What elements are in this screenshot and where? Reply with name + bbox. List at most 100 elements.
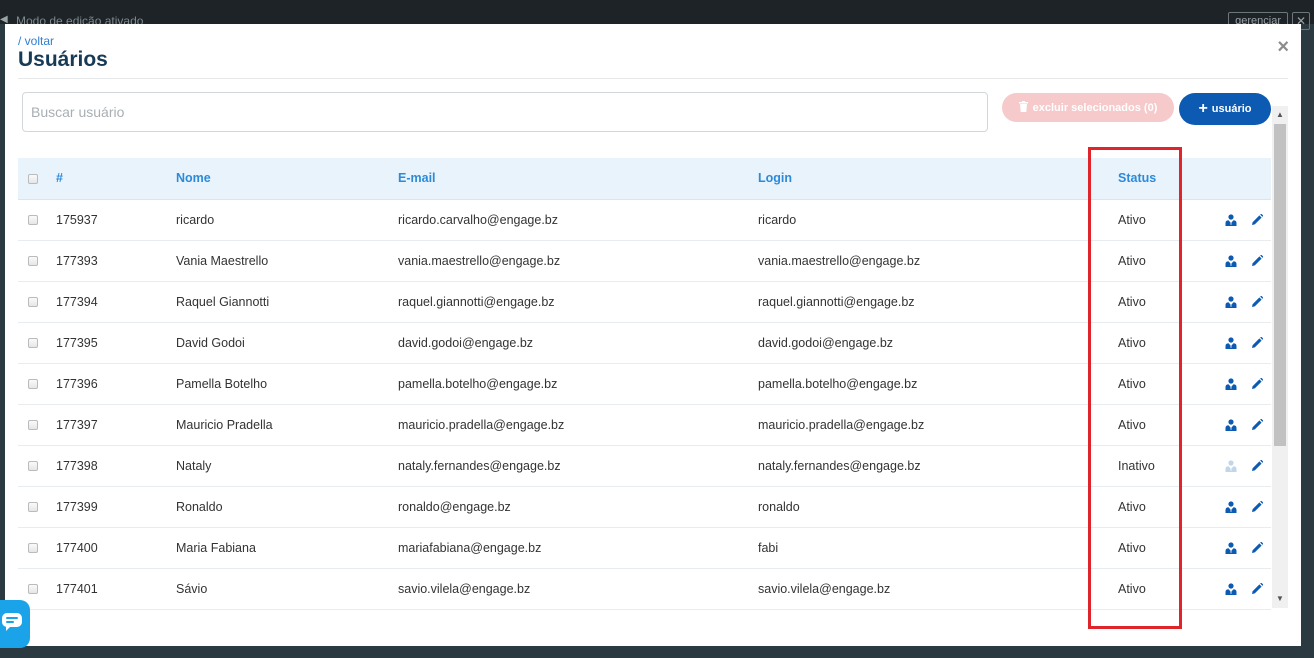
pencil-icon[interactable]	[1251, 295, 1263, 308]
row-actions-cell	[1225, 486, 1271, 528]
row-select-cell[interactable]	[18, 281, 56, 323]
table-row[interactable]: 175937 ricardo ricardo.carvalho@engage.bz r…	[18, 199, 1271, 241]
table-row[interactable]: 177397 Mauricio Pradella mauricio.pradella…	[18, 404, 1271, 446]
row-actions-cell	[1225, 240, 1271, 282]
row-select-cell[interactable]	[18, 199, 56, 241]
row-select-cell[interactable]	[18, 404, 56, 446]
close-icon[interactable]: ×	[1277, 37, 1289, 57]
cell-login: vania.maestrello@engage.bz	[758, 240, 1118, 282]
table-scrollbar[interactable]: ▲ ▼	[1272, 106, 1288, 608]
table-row[interactable]: 177394 Raquel Giannotti raquel.giannotti@e…	[18, 281, 1271, 323]
header-email[interactable]: E-mail	[398, 158, 758, 200]
header-actions	[1225, 158, 1271, 200]
table-row[interactable]: 177393 Vania Maestrello vania.maestrello@e…	[18, 240, 1271, 282]
row-checkbox[interactable]	[28, 543, 38, 554]
user-tie-icon[interactable]	[1225, 254, 1237, 267]
chat-widget-button[interactable]	[0, 600, 30, 648]
table-row[interactable]: 177398 Nataly nataly.fernandes@engage.bz na…	[18, 445, 1271, 487]
row-checkbox[interactable]	[28, 297, 38, 308]
header-divider	[18, 78, 1288, 79]
cell-name: Pamella Botelho	[176, 363, 398, 405]
delete-selected-button[interactable]: excluir selecionados (0)	[1002, 93, 1174, 122]
cell-login: ronaldo	[758, 486, 1118, 528]
delete-selected-label: excluir selecionados (0)	[1032, 101, 1158, 114]
pencil-icon[interactable]	[1251, 377, 1263, 390]
row-checkbox[interactable]	[28, 502, 38, 513]
user-tie-icon[interactable]	[1225, 213, 1237, 226]
cell-login: mauricio.pradella@engage.bz	[758, 404, 1118, 446]
table-row[interactable]: 177401 Sávio savio.vilela@engage.bz savio.v…	[18, 568, 1271, 610]
search-input[interactable]	[22, 92, 988, 132]
pencil-icon[interactable]	[1251, 500, 1263, 513]
cell-name: Ronaldo	[176, 486, 398, 528]
row-select-cell[interactable]	[18, 240, 56, 282]
cell-id: 175937	[56, 199, 176, 241]
row-actions-cell	[1225, 363, 1271, 405]
pencil-icon[interactable]	[1251, 582, 1263, 595]
cell-name: ricardo	[176, 199, 398, 241]
scroll-down-arrow-icon[interactable]: ▼	[1272, 592, 1288, 606]
cell-name: Sávio	[176, 568, 398, 610]
row-checkbox[interactable]	[28, 256, 38, 267]
user-tie-icon[interactable]	[1225, 377, 1237, 390]
user-tie-icon[interactable]	[1225, 582, 1237, 595]
row-checkbox[interactable]	[28, 379, 38, 390]
row-select-cell[interactable]	[18, 322, 56, 364]
header-id[interactable]: #	[56, 158, 176, 200]
user-tie-icon[interactable]	[1225, 418, 1237, 431]
cell-id: 177394	[56, 281, 176, 323]
pencil-icon[interactable]	[1251, 459, 1263, 472]
row-checkbox[interactable]	[28, 584, 38, 595]
user-tie-icon[interactable]	[1225, 500, 1237, 513]
cell-email: pamella.botelho@engage.bz	[398, 363, 758, 405]
pencil-icon[interactable]	[1251, 213, 1263, 226]
user-tie-icon[interactable]	[1225, 336, 1237, 349]
table-row[interactable]: 177400 Maria Fabiana mariafabiana@engage.b…	[18, 527, 1271, 569]
scroll-thumb[interactable]	[1274, 124, 1286, 446]
row-checkbox[interactable]	[28, 338, 38, 349]
cell-email: david.godoi@engage.bz	[398, 322, 758, 364]
scroll-up-arrow-icon[interactable]: ▲	[1272, 108, 1288, 122]
header-login[interactable]: Login	[758, 158, 1118, 200]
page-title: Usuários	[18, 48, 108, 71]
cell-id: 177401	[56, 568, 176, 610]
users-table: # Nome E-mail Login Status 175937 ricardo…	[18, 158, 1271, 610]
row-select-cell[interactable]	[18, 527, 56, 569]
add-user-button[interactable]: + usuário	[1179, 93, 1271, 125]
header-select-all[interactable]	[18, 158, 56, 200]
cell-login: savio.vilela@engage.bz	[758, 568, 1118, 610]
row-select-cell[interactable]	[18, 486, 56, 528]
table-row[interactable]: 177399 Ronaldo ronaldo@engage.bz ronaldo Ati…	[18, 486, 1271, 528]
chat-icon	[2, 612, 22, 636]
cell-login: nataly.fernandes@engage.bz	[758, 445, 1118, 487]
status-column-highlight	[1088, 147, 1182, 629]
row-checkbox[interactable]	[28, 420, 38, 431]
user-tie-icon[interactable]	[1225, 459, 1237, 472]
row-checkbox[interactable]	[28, 461, 38, 472]
table-row[interactable]: 177396 Pamella Botelho pamella.botelho@eng…	[18, 363, 1271, 405]
select-all-checkbox[interactable]	[28, 173, 38, 184]
row-checkbox[interactable]	[28, 215, 38, 226]
user-tie-icon[interactable]	[1225, 541, 1237, 554]
user-tie-icon[interactable]	[1225, 295, 1237, 308]
cell-name: Vania Maestrello	[176, 240, 398, 282]
row-actions-cell	[1225, 527, 1271, 569]
cell-login: pamella.botelho@engage.bz	[758, 363, 1118, 405]
table-row[interactable]: 177395 David Godoi david.godoi@engage.bz da…	[18, 322, 1271, 364]
header-name[interactable]: Nome	[176, 158, 398, 200]
pencil-icon[interactable]	[1251, 336, 1263, 349]
row-actions-cell	[1225, 322, 1271, 364]
backdrop-top-bar: ◀ Modo de edição ativado gerenciar ✕	[0, 0, 1314, 30]
pencil-icon[interactable]	[1251, 541, 1263, 554]
cell-name: David Godoi	[176, 322, 398, 364]
cell-id: 177397	[56, 404, 176, 446]
row-select-cell[interactable]	[18, 363, 56, 405]
pencil-icon[interactable]	[1251, 254, 1263, 267]
plus-icon: +	[1198, 100, 1208, 117]
back-link[interactable]: / voltar	[18, 34, 54, 48]
cell-email: ronaldo@engage.bz	[398, 486, 758, 528]
cell-name: Mauricio Pradella	[176, 404, 398, 446]
pencil-icon[interactable]	[1251, 418, 1263, 431]
cell-login: david.godoi@engage.bz	[758, 322, 1118, 364]
row-select-cell[interactable]	[18, 445, 56, 487]
